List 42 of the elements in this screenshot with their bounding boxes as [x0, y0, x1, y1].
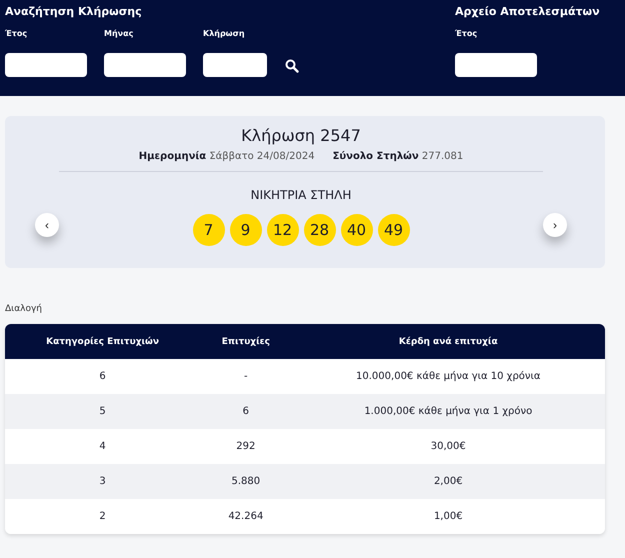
- column-header: Κέρδη ανά επιτυχία: [292, 324, 605, 359]
- draw-title: Κλήρωση 2547: [241, 126, 361, 145]
- input-field[interactable]: [5, 53, 87, 77]
- search-icon[interactable]: [285, 59, 299, 73]
- column-header: Επιτυχίες: [200, 324, 292, 359]
- number-ball: 9: [230, 214, 262, 246]
- table-cell: 5.880: [200, 464, 292, 499]
- table-cell: 6: [5, 359, 200, 394]
- table-cell: 42.264: [200, 499, 292, 534]
- input-field[interactable]: [455, 53, 537, 77]
- total-columns: Σύνολο Στηλών 277.081: [332, 151, 464, 162]
- column-header: Κατηγορίες Επιτυχιών: [5, 324, 200, 359]
- section-label: Διαλογή: [5, 304, 43, 314]
- table-cell: 1.000,00€ κάθε μήνα για 1 χρόνο: [292, 394, 605, 429]
- draw-date: Ημερομηνία Σάββατο 24/08/2024: [138, 151, 315, 162]
- number-ball: 12: [266, 214, 298, 246]
- input-field[interactable]: [203, 53, 267, 77]
- section-title: Αναζήτηση Κλήρωσης: [5, 5, 143, 20]
- table-cell: 10.000,00€ κάθε μήνα για 10 χρόνια: [292, 359, 605, 394]
- winning-label: ΝΙΚΗΤΡΙΑ ΣΤΗΛΗ: [250, 188, 352, 202]
- input-field[interactable]: [104, 53, 186, 77]
- field-label: Έτος: [455, 28, 478, 40]
- table-cell: 1,00€: [292, 499, 605, 534]
- number-ball: 28: [304, 214, 336, 246]
- table-cell: 3: [5, 464, 200, 499]
- table-cell: 2,00€: [292, 464, 605, 499]
- field-label: Μήνας: [104, 28, 134, 40]
- field-label: Έτος: [5, 28, 28, 40]
- table-cell: -: [200, 359, 292, 394]
- previous-button[interactable]: ‹: [35, 213, 59, 237]
- table-cell: 292: [200, 429, 292, 464]
- table-cell: 5: [5, 394, 200, 429]
- table-cell: 4: [5, 429, 200, 464]
- section-title: Αρχείο Αποτελεσμάτων: [455, 5, 601, 20]
- next-button[interactable]: ›: [543, 213, 567, 237]
- number-ball: 49: [378, 214, 410, 246]
- table-cell: 6: [200, 394, 292, 429]
- table-cell: 2: [5, 499, 200, 534]
- field-label: Κλήρωση: [203, 28, 245, 40]
- table-cell: 30,00€: [292, 429, 605, 464]
- number-ball: 7: [192, 214, 224, 246]
- number-ball: 40: [340, 214, 372, 246]
